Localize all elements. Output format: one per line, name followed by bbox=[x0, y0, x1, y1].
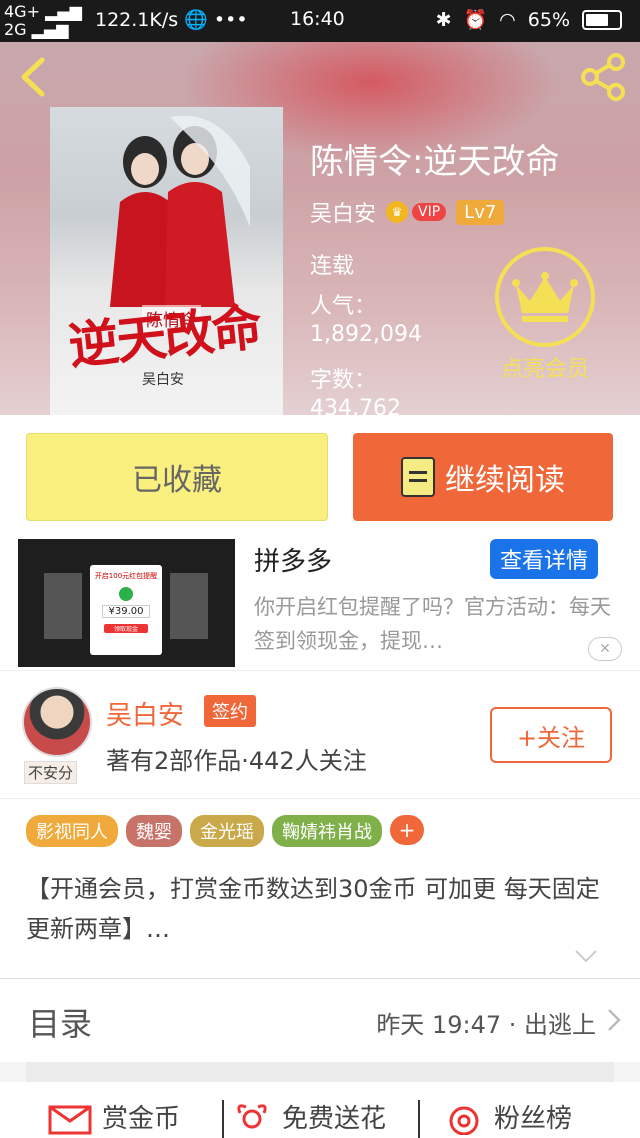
clock: 16:40 bbox=[290, 8, 345, 30]
word-count-label: 字数： bbox=[310, 368, 377, 393]
book-status: 连载 bbox=[310, 254, 355, 279]
money-icon bbox=[119, 587, 133, 601]
ad-phone-right bbox=[170, 573, 208, 639]
collected-button[interactable]: 已收藏 bbox=[26, 433, 328, 521]
fans-ranking-button[interactable]: 粉丝榜 bbox=[444, 1098, 572, 1135]
member-label: 点亮会员 bbox=[500, 357, 589, 382]
book-cover[interactable]: 陈情令 逆天改命 吴白安 bbox=[50, 107, 283, 415]
separator bbox=[222, 1100, 224, 1138]
tag[interactable]: 影视同人 bbox=[26, 815, 118, 847]
reward-label: 赏金币 bbox=[102, 1104, 181, 1134]
chevron-down-icon[interactable] bbox=[574, 949, 598, 963]
back-icon[interactable] bbox=[14, 54, 54, 100]
author-name[interactable]: 吴白安 bbox=[310, 196, 376, 228]
cover-artwork bbox=[110, 115, 250, 307]
vip-badge: ♛ VIP bbox=[386, 201, 447, 223]
author-line: 吴白安 ♛ VIP Lv7 bbox=[310, 196, 505, 228]
book-info: 影视同人 魏婴 金光瑶 鞠婧祎肖战 + 【开通会员，打赏金币数达到30金币 可加… bbox=[0, 798, 640, 978]
follow-button[interactable]: +关注 bbox=[490, 707, 612, 763]
free-flower-button[interactable]: 免费送花 bbox=[232, 1098, 386, 1135]
tag[interactable]: 金光瑶 bbox=[190, 815, 264, 847]
popularity-value: 1,892,094 bbox=[310, 322, 422, 347]
toc-label: 目录 bbox=[28, 1005, 93, 1043]
separator bbox=[418, 1100, 420, 1138]
cover-author: 吴白安 bbox=[142, 372, 184, 388]
battery-icon bbox=[582, 9, 622, 30]
crown-icon bbox=[495, 247, 595, 347]
status-bar: 4G+ ▂▄▆ 2G ▂▄▆ 122.1K/s 🌐 ••• 16:40 ✱ ⏰ … bbox=[0, 0, 640, 42]
popularity-label: 人气： bbox=[310, 294, 377, 319]
word-count-value: 434,762 bbox=[310, 396, 401, 415]
add-tag-button[interactable]: + bbox=[390, 815, 424, 845]
flower-icon bbox=[237, 1103, 267, 1128]
level-badge: Lv7 bbox=[456, 199, 505, 225]
alarm-icon: ⏰ bbox=[463, 9, 488, 31]
target-icon bbox=[449, 1106, 479, 1135]
bluetooth-icon: ✱ bbox=[435, 8, 452, 31]
section-divider bbox=[26, 1062, 614, 1082]
book-intro[interactable]: 【开通会员，打赏金币数达到30金币 可加更 每天固定更新两章】… bbox=[26, 869, 616, 949]
table-of-contents[interactable]: 目录 昨天 19:47 · 出逃上 bbox=[0, 978, 640, 1062]
close-icon[interactable]: ✕ bbox=[588, 637, 622, 661]
network-speed: 122.1K/s 🌐 ••• bbox=[95, 9, 248, 31]
signed-badge: 签约 bbox=[204, 695, 256, 727]
network-indicator: 4G+ ▂▄▆ 2G ▂▄▆ bbox=[4, 2, 82, 39]
ad-card-title: 开启100元红包提醒 bbox=[94, 572, 158, 580]
bottom-bar: 赏金币 免费送花 粉丝榜 bbox=[0, 1082, 640, 1138]
book-icon bbox=[401, 457, 435, 497]
share-icon[interactable] bbox=[578, 52, 628, 102]
ad-phone-left bbox=[44, 573, 82, 639]
ad-card-button: 领取现金 bbox=[104, 624, 148, 633]
ad-image[interactable]: 开启100元红包提醒 ¥39.00 领取现金 bbox=[18, 539, 235, 667]
flower-label: 免费送花 bbox=[282, 1104, 387, 1134]
avatar-tag: 不安分 bbox=[24, 761, 78, 784]
ad-card: 开启100元红包提醒 ¥39.00 领取现金 bbox=[90, 565, 162, 655]
fans-label: 粉丝榜 bbox=[494, 1104, 573, 1134]
continue-reading-button[interactable]: 继续阅读 bbox=[353, 433, 613, 521]
reward-button[interactable]: 赏金币 bbox=[48, 1098, 180, 1135]
tag-list: 影视同人 魏婴 金光瑶 鞠婧祎肖战 + bbox=[26, 815, 424, 847]
envelope-icon bbox=[48, 1105, 92, 1134]
action-bar: 已收藏 继续阅读 bbox=[0, 415, 640, 535]
ad-card-price: ¥39.00 bbox=[102, 605, 150, 618]
crown-icon: ♛ bbox=[386, 201, 409, 223]
author-meta: 著有2部作品·442人关注 bbox=[106, 747, 367, 775]
ad-detail-button[interactable]: 查看详情 bbox=[490, 539, 599, 579]
ad-description: 你开启红包提醒了吗？官方活动：每天签到领现金，提现… bbox=[254, 595, 611, 653]
book-title: 陈情令:逆天改命 bbox=[310, 142, 560, 182]
avatar[interactable] bbox=[22, 687, 92, 757]
ad-banner[interactable]: 开启100元红包提醒 ¥39.00 领取现金 拼多多 查看详情 你开启红包提醒了… bbox=[0, 535, 640, 670]
book-header: 陈情令 逆天改命 吴白安 陈情令:逆天改命 吴白安 ♛ VIP Lv7 连载 人… bbox=[0, 42, 640, 415]
latest-chapter: 昨天 19:47 · 出逃上 bbox=[376, 1011, 596, 1039]
battery-percent: 65% bbox=[527, 8, 570, 31]
tag[interactable]: 鞠婧祎肖战 bbox=[272, 815, 382, 847]
author-card: 不安分 吴白安 签约 著有2部作品·442人关注 +关注 bbox=[0, 670, 640, 798]
member-button[interactable]: 点亮会员 bbox=[490, 247, 600, 383]
wifi-icon: ◠ bbox=[499, 8, 516, 31]
ad-name: 拼多多 bbox=[254, 547, 333, 577]
continue-reading-label: 继续阅读 bbox=[445, 463, 565, 498]
chevron-right-icon bbox=[608, 1009, 621, 1031]
tag[interactable]: 魏婴 bbox=[126, 815, 182, 847]
globe-icon: 🌐 bbox=[184, 9, 208, 31]
author-card-name[interactable]: 吴白安 bbox=[106, 695, 184, 732]
